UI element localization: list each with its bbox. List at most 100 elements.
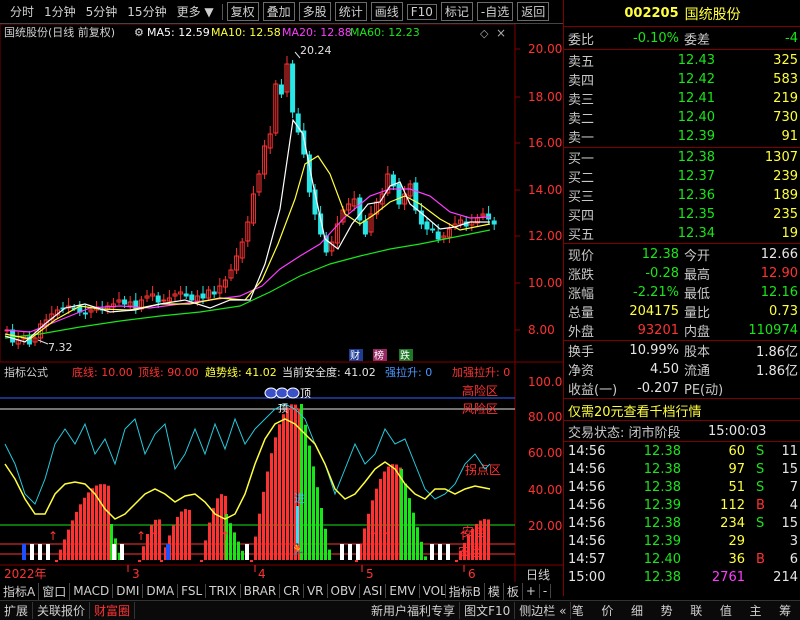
candle-body	[155, 295, 161, 303]
x-tick: 4	[258, 567, 266, 581]
diamond-icon[interactable]: ◇	[480, 27, 489, 40]
y-tick: 14.00	[528, 183, 562, 197]
tab-detail[interactable]: 细	[622, 602, 652, 619]
indicator-bar	[282, 414, 285, 560]
toolbar-button[interactable]: 统计	[334, 2, 367, 21]
indicator-bar	[59, 549, 62, 560]
indicator-bar	[455, 560, 458, 562]
toolbar-button[interactable]: 多股	[298, 2, 331, 21]
tab-value[interactable]: 值	[711, 602, 741, 619]
toolbar-button[interactable]: 叠加	[262, 2, 295, 21]
stat-value: 0.73	[769, 304, 798, 319]
stock-name: 国统股份	[684, 6, 741, 23]
close-icon[interactable]: ×	[496, 26, 506, 40]
toolbar-item[interactable]: 5分钟	[86, 3, 118, 20]
tab-main[interactable]: 主	[741, 602, 771, 619]
buy-arrow-icon: ↑	[150, 529, 160, 543]
tab-vol-tdx[interactable]: VOL-TDX	[420, 584, 446, 598]
stat-row: 现价 12.38 今开 12.66	[564, 245, 800, 264]
indicator-bar	[290, 404, 293, 560]
stat-label: 内盘	[684, 325, 711, 340]
tab-indicator-a[interactable]: 指标A	[0, 582, 40, 600]
tick-side: B	[756, 552, 765, 567]
toolbar-button[interactable]: 返回	[517, 2, 550, 21]
promo-row[interactable]: 仅需20元查看千档行情	[564, 401, 800, 420]
toolbar-item[interactable]: 1分钟	[44, 3, 76, 20]
toolbar-button[interactable]: F10	[406, 3, 437, 20]
y-tick: 12.00	[528, 229, 562, 243]
tab-dma[interactable]: DMA	[143, 584, 179, 598]
indicator-bar	[180, 511, 183, 560]
tab-linked[interactable]: 联	[682, 602, 712, 619]
indicator-bar	[176, 516, 179, 560]
indicator-name[interactable]: 指标公式	[4, 365, 48, 379]
order-price: 12.38	[677, 150, 715, 165]
tick-volume: 29	[728, 534, 745, 549]
candle-body	[200, 293, 206, 299]
tick-time: 14:56	[568, 498, 606, 513]
y-tick: 80.00	[528, 410, 562, 424]
stat-label: 最高	[684, 268, 711, 283]
promo-text[interactable]: 仅需20元查看千档行情	[568, 401, 702, 420]
tab-trix[interactable]: TRIX	[206, 584, 241, 598]
related-quotes-button[interactable]: 关联报价	[33, 602, 91, 619]
expand-button[interactable]: 扩展	[0, 602, 34, 619]
toolbar-item[interactable]: 分时	[10, 3, 34, 20]
indicator-bar	[160, 560, 163, 562]
order-price: 12.42	[677, 72, 715, 87]
toolbar-button[interactable]: 画线	[370, 2, 403, 21]
add-tab-button[interactable]: +	[523, 584, 540, 598]
tab-dmi[interactable]: DMI	[113, 584, 144, 598]
signal-mark	[430, 544, 434, 560]
tab-ticks[interactable]: 笔	[563, 602, 593, 619]
remove-tab-button[interactable]: -	[540, 584, 552, 598]
drop-badge[interactable]: 跌	[400, 349, 410, 362]
order-price: 12.37	[677, 169, 715, 184]
tick-count: 214	[773, 570, 798, 585]
f10-button[interactable]: 图文F10	[460, 602, 516, 619]
signal-mark	[22, 544, 26, 560]
runner-icon: 🏃	[290, 543, 305, 557]
tab-cr[interactable]: CR	[280, 584, 304, 598]
indicator-bar	[142, 546, 145, 560]
indicator-bar	[220, 494, 223, 560]
period-label[interactable]: 日线	[526, 568, 550, 582]
tab-indicator-b[interactable]: 指标B	[446, 582, 485, 600]
finance-badge[interactable]: 财	[350, 349, 360, 362]
tab-price[interactable]: 价	[593, 602, 623, 619]
indicator-bar	[328, 549, 331, 560]
order-label: 卖一	[568, 131, 595, 146]
tab-emv[interactable]: EMV	[386, 584, 420, 598]
new-user-benefit-link[interactable]: 新用户福利专享	[367, 602, 461, 619]
stat-label: 股本	[684, 345, 711, 360]
tab-macd[interactable]: MACD	[70, 584, 114, 598]
tick-volume: 97	[728, 462, 745, 477]
tab-brar[interactable]: BRAR	[241, 584, 281, 598]
tab-fsl[interactable]: FSL	[178, 584, 207, 598]
ranking-badge[interactable]: 榜	[374, 349, 384, 362]
toolbar-button[interactable]: 标记	[440, 2, 473, 21]
ma20-label: MA20: 12.88	[282, 26, 352, 39]
chart-canvas[interactable]: 国统股份(日线 前复权) ⚙ MA5: 12.59 MA10: 12.58 MA…	[0, 24, 563, 582]
stat-value: -0.207	[637, 381, 679, 396]
tab-vr[interactable]: VR	[304, 584, 328, 598]
tick-side: S	[756, 516, 765, 531]
stock-header: 002205 国统股份	[564, 4, 800, 23]
wealth-circle-button[interactable]: 财富圈	[90, 602, 136, 619]
toolbar-item[interactable]: 15分钟	[127, 3, 166, 20]
tick-count: 15	[781, 516, 798, 531]
candle-body	[183, 293, 189, 297]
tab-obv[interactable]: OBV	[328, 584, 361, 598]
settings-icon[interactable]: ⚙	[134, 26, 144, 39]
tab-chips[interactable]: 筹	[770, 602, 800, 619]
weicha-value: -4	[785, 31, 798, 46]
toolbar-button[interactable]: -自选	[476, 2, 514, 21]
stat-label: PE(动)	[684, 383, 724, 398]
tab-board[interactable]: 板	[504, 582, 523, 600]
tab-window[interactable]: 窗口	[39, 582, 71, 600]
tab-trend[interactable]: 势	[652, 602, 682, 619]
more-menu[interactable]: 更多 ▼	[177, 3, 214, 20]
tab-asi[interactable]: ASI	[360, 584, 387, 598]
toolbar-button[interactable]: 复权	[226, 2, 259, 21]
tab-template[interactable]: 模	[485, 582, 504, 600]
